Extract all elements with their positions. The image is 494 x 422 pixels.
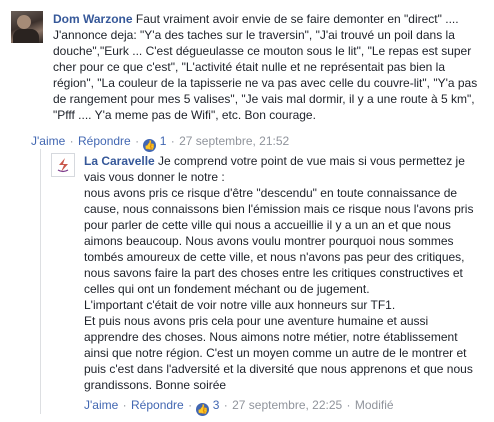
reply-thread-line <box>40 149 41 414</box>
comment-author-link[interactable]: La Caravelle <box>84 154 155 168</box>
reactions[interactable]: 👍 3 <box>196 398 220 416</box>
reaction-count: 3 <box>212 398 220 412</box>
edited-label[interactable]: Modifié <box>355 398 394 412</box>
timestamp-link[interactable]: 27 septembre, 21:52 <box>179 134 289 148</box>
separator-dot: · <box>346 398 351 412</box>
reaction-count: 1 <box>159 134 167 148</box>
separator-dot: · <box>223 398 228 412</box>
comment-body: Dom Warzone Faut vraiment avoir envie de… <box>53 11 483 123</box>
comment-actions: J'aime · Répondre · 👍 3 · 27 septembre, … <box>84 397 394 416</box>
thumbs-up-icon: 👍 <box>143 139 157 152</box>
separator-dot: · <box>122 398 127 412</box>
comment-text: Je comprend votre point de vue mais si v… <box>84 154 474 392</box>
like-button[interactable]: J'aime <box>84 398 118 412</box>
timestamp-link[interactable]: 27 septembre, 22:25 <box>232 398 342 412</box>
comment-text: Faut vraiment avoir envie de se faire de… <box>53 12 481 122</box>
avatar-body-shape <box>13 29 39 43</box>
comment-actions: J'aime · Répondre · 👍 1 · 27 septembre, … <box>31 133 289 152</box>
reply-button[interactable]: Répondre <box>131 398 184 412</box>
separator-dot: · <box>69 134 74 148</box>
separator-dot: · <box>170 134 175 148</box>
avatar[interactable] <box>11 11 43 43</box>
separator-dot: · <box>135 134 140 148</box>
like-button[interactable]: J'aime <box>31 134 65 148</box>
comment-author-link[interactable]: Dom Warzone <box>53 12 133 26</box>
comment-body: La Caravelle Je comprend votre point de … <box>84 153 484 393</box>
avatar[interactable] <box>51 153 75 177</box>
reactions[interactable]: 👍 1 <box>143 134 167 152</box>
avatar-face-shape <box>17 15 31 29</box>
reply-button[interactable]: Répondre <box>78 134 131 148</box>
thumbs-up-icon: 👍 <box>196 403 210 416</box>
caravelle-logo-icon <box>57 158 69 173</box>
separator-dot: · <box>188 398 193 412</box>
